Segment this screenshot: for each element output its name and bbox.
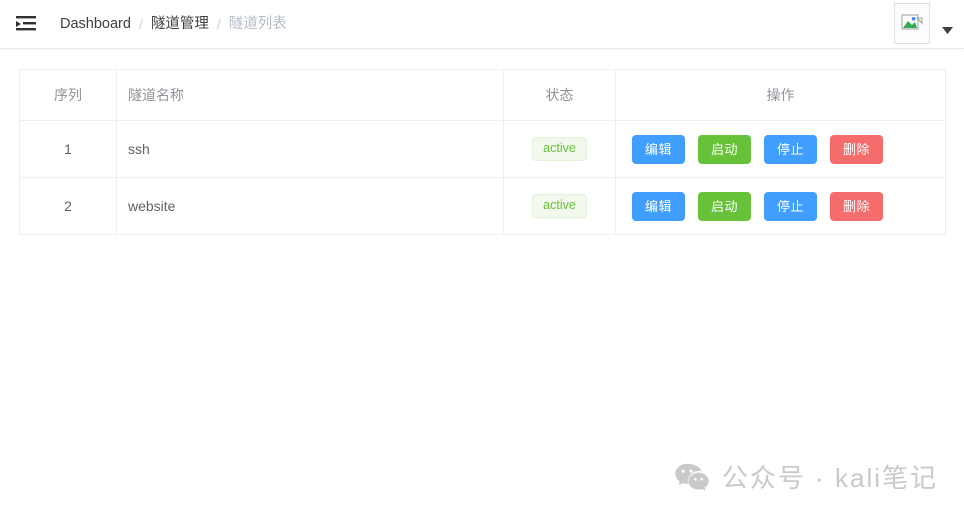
cell-index: 1 — [19, 120, 117, 178]
breadcrumb-item-dashboard[interactable]: Dashboard — [60, 17, 131, 32]
breadcrumb-item-tunnel-management[interactable]: 隧道管理 — [151, 17, 209, 32]
cell-name: website — [116, 177, 504, 235]
action-button-group: 编辑 启动 停止 删除 — [616, 134, 945, 164]
action-button-group: 编辑 启动 停止 删除 — [616, 191, 945, 221]
watermark-text: 公众号 · kali笔记 — [721, 462, 938, 493]
table-row: 1 ssh active 编辑 启动 停止 删除 — [19, 120, 946, 178]
column-header-name: 隧道名称 — [116, 69, 504, 121]
column-header-operations: 操作 — [615, 69, 946, 121]
tunnel-list-table: 序列 隧道名称 状态 操作 1 ssh active 编辑 启动 停止 删除 2… — [19, 69, 946, 235]
table-header-row: 序列 隧道名称 状态 操作 — [19, 69, 946, 121]
caret-down-icon[interactable] — [938, 22, 956, 40]
cell-status: active — [503, 120, 616, 178]
main-content: 序列 隧道名称 状态 操作 1 ssh active 编辑 启动 停止 删除 2… — [0, 49, 964, 514]
stop-button[interactable]: 停止 — [764, 191, 817, 221]
breadcrumb-separator: / — [138, 16, 143, 32]
cell-index: 2 — [19, 177, 117, 235]
table-header: 序列 隧道名称 状态 操作 — [19, 69, 946, 121]
watermark: 公众号 · kali笔记 — [675, 463, 938, 492]
header-right-controls — [894, 0, 956, 49]
cell-operations: 编辑 启动 停止 删除 — [615, 120, 946, 178]
edit-button[interactable]: 编辑 — [632, 191, 685, 221]
app-header: Dashboard / 隧道管理 / 隧道列表 — [0, 0, 964, 49]
column-header-index: 序列 — [19, 69, 117, 121]
cell-status: active — [503, 177, 616, 235]
column-header-status: 状态 — [503, 69, 616, 121]
status-badge: active — [532, 137, 587, 161]
start-button[interactable]: 启动 — [698, 191, 751, 221]
breadcrumb: Dashboard / 隧道管理 / 隧道列表 — [60, 17, 287, 32]
avatar[interactable] — [894, 3, 930, 44]
wechat-icon — [675, 463, 709, 492]
breadcrumb-separator: / — [216, 16, 221, 32]
edit-button[interactable]: 编辑 — [632, 134, 685, 164]
breadcrumb-item-tunnel-list: 隧道列表 — [228, 15, 287, 32]
delete-button[interactable]: 删除 — [830, 191, 883, 221]
table-row: 2 website active 编辑 启动 停止 删除 — [19, 177, 946, 235]
status-badge: active — [532, 194, 587, 218]
list-indent-icon[interactable] — [11, 10, 41, 38]
cell-name: ssh — [116, 120, 504, 178]
table-body: 1 ssh active 编辑 启动 停止 删除 2 website activ… — [19, 120, 946, 235]
cell-operations: 编辑 启动 停止 删除 — [615, 177, 946, 235]
delete-button[interactable]: 删除 — [830, 134, 883, 164]
start-button[interactable]: 启动 — [698, 134, 751, 164]
broken-image-icon — [901, 14, 923, 34]
stop-button[interactable]: 停止 — [764, 134, 817, 164]
